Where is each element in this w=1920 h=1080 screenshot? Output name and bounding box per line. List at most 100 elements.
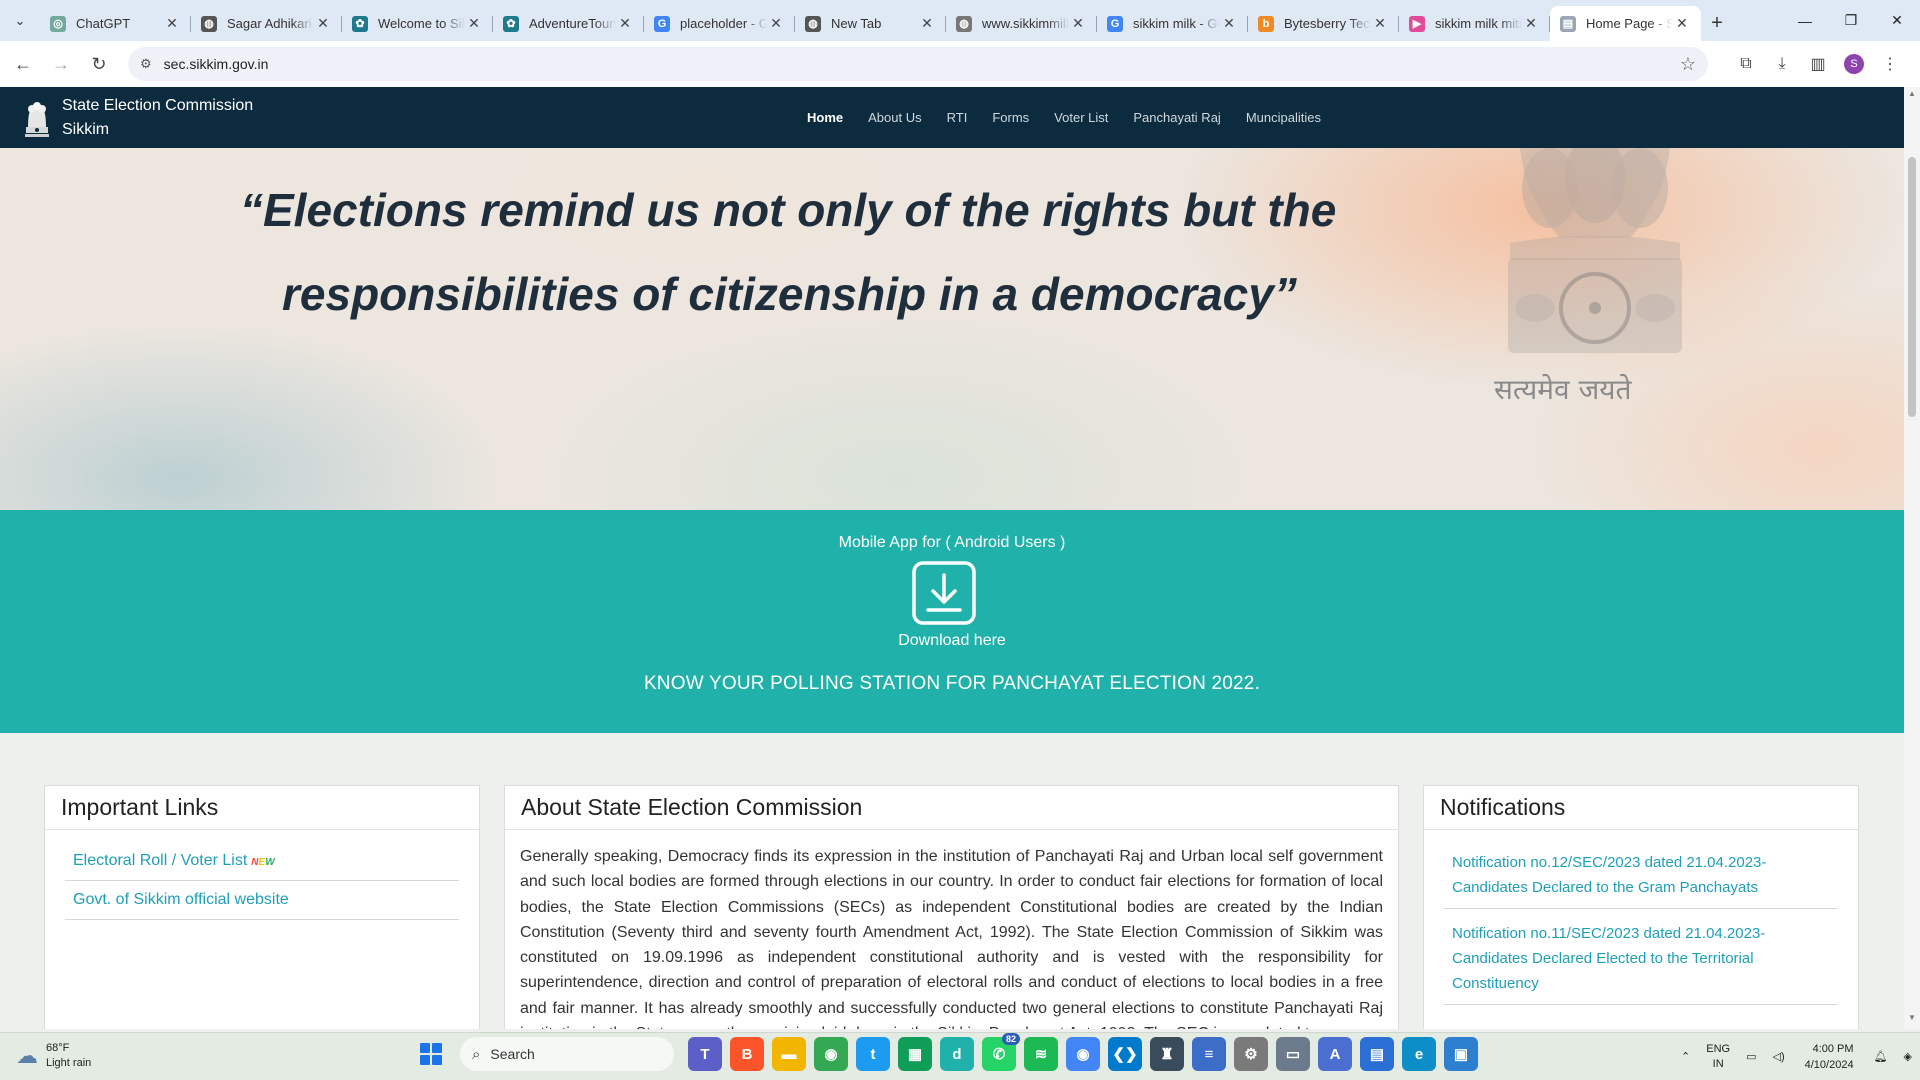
- polling-station-link[interactable]: KNOW YOUR POLLING STATION FOR PANCHAYAT …: [0, 673, 1904, 695]
- vscode-icon[interactable]: ❮❯: [1108, 1037, 1142, 1071]
- address-bar[interactable]: ⚙ sec.sikkim.gov.in ☆: [128, 47, 1708, 81]
- notification-link[interactable]: Notification no.12/SEC/2023 dated 21.04.…: [1444, 844, 1838, 909]
- copilot-icon[interactable]: ◈: [1904, 1050, 1912, 1065]
- twitter-icon[interactable]: t: [856, 1037, 890, 1071]
- taskbar-clock[interactable]: 4:00 PM 4/10/2024: [1805, 1041, 1854, 1073]
- notification-bell-icon[interactable]: 🔔︎: [1874, 1050, 1888, 1065]
- app-d-icon[interactable]: d: [940, 1037, 974, 1071]
- download-link[interactable]: Download here: [0, 632, 1904, 650]
- browser-tab[interactable]: ◍ New Tab ✕: [795, 6, 946, 41]
- important-links-heading: Important Links: [45, 786, 479, 830]
- photos-icon[interactable]: ▣: [1444, 1037, 1478, 1071]
- tab-favicon-icon: G: [1107, 15, 1123, 32]
- browser-tab[interactable]: Gsikkim milk - Google✕: [1097, 6, 1248, 41]
- tab-close-icon[interactable]: ✕: [163, 15, 181, 32]
- browser-tab[interactable]: ✿ AdventureTours ✕: [493, 6, 644, 41]
- tab-close-icon[interactable]: ✕: [1673, 15, 1691, 32]
- tab-favicon-icon: G: [654, 15, 670, 32]
- nav-link[interactable]: RTI: [947, 110, 968, 125]
- browser-tab[interactable]: Gplaceholder - Google✕: [644, 6, 795, 41]
- tab-close-icon[interactable]: ✕: [767, 15, 785, 32]
- tab-favicon-icon: ◍: [805, 15, 821, 32]
- site-info-icon[interactable]: ⚙: [140, 56, 152, 72]
- notification-link[interactable]: Notification no.11/SEC/2023 dated 21.04.…: [1444, 915, 1838, 1005]
- language-indicator[interactable]: ENG IN: [1706, 1042, 1730, 1072]
- forward-icon[interactable]: →: [44, 47, 78, 81]
- edge-icon[interactable]: e: [1402, 1037, 1436, 1071]
- important-link[interactable]: Govt. of Sikkim official website: [65, 881, 459, 920]
- new-badge: NEW: [251, 857, 275, 868]
- volume-icon[interactable]: ◁): [1773, 1050, 1785, 1065]
- window-controls: — ❐ ✕: [1782, 0, 1920, 41]
- side-panel-icon[interactable]: ▥: [1800, 47, 1836, 81]
- tab-close-icon[interactable]: ✕: [1371, 15, 1389, 32]
- tab-close-icon[interactable]: ✕: [616, 15, 634, 32]
- browser-tab[interactable]: ◎ ChatGPT ✕: [40, 6, 191, 41]
- downloads-icon[interactable]: ⤓: [1764, 47, 1800, 81]
- important-link-label: Govt. of Sikkim official website: [73, 891, 289, 908]
- profile-avatar[interactable]: S: [1836, 47, 1872, 81]
- site-brand[interactable]: State Election Commission Sikkim: [0, 94, 560, 142]
- browser-tab[interactable]: ✿ Welcome to Sikkim✕: [342, 6, 493, 41]
- scroll-down-icon[interactable]: ▼: [1904, 1013, 1920, 1027]
- tab-close-icon[interactable]: ✕: [465, 15, 483, 32]
- reload-icon[interactable]: ↻: [82, 47, 116, 81]
- url-text[interactable]: sec.sikkim.gov.in: [164, 56, 1680, 72]
- scroll-thumb[interactable]: [1908, 157, 1916, 417]
- font-app-icon[interactable]: A: [1318, 1037, 1352, 1071]
- browser-tab[interactable]: ◍ www.sikkimmilk ✕: [946, 6, 1097, 41]
- clock-time: 4:00 PM: [1812, 1043, 1854, 1055]
- tab-close-icon[interactable]: ✕: [1069, 15, 1087, 32]
- browser-tab[interactable]: ▤ Home Page - SEC✕: [1550, 6, 1701, 41]
- windows-start-icon[interactable]: [416, 1039, 446, 1069]
- notepad-icon[interactable]: ≡: [1192, 1037, 1226, 1071]
- nav-link[interactable]: Home: [807, 110, 843, 125]
- teams-icon[interactable]: T: [688, 1037, 722, 1071]
- nav-link[interactable]: Muncipalities: [1246, 110, 1321, 125]
- browser-tab[interactable]: b Bytesberry Tech ✕: [1248, 6, 1399, 41]
- show-hidden-icons-icon[interactable]: ⌃: [1681, 1050, 1690, 1065]
- tab-close-icon[interactable]: ✕: [1220, 15, 1238, 32]
- doc-app-icon[interactable]: ▤: [1360, 1037, 1394, 1071]
- page-scrollbar[interactable]: ▲ ▼: [1904, 87, 1920, 1029]
- restore-icon[interactable]: ❐: [1828, 0, 1874, 41]
- settings-icon[interactable]: ⚙: [1234, 1037, 1268, 1071]
- tab-favicon-icon: ▶: [1409, 15, 1425, 32]
- spotify-icon[interactable]: ≋: [1024, 1037, 1058, 1071]
- window-app-icon[interactable]: ▭: [1276, 1037, 1310, 1071]
- weather-widget[interactable]: ☁ 68°F Light rain: [16, 1041, 91, 1071]
- minimize-icon[interactable]: —: [1782, 0, 1828, 41]
- tab-close-icon[interactable]: ✕: [1522, 15, 1540, 32]
- back-icon[interactable]: ←: [6, 47, 40, 81]
- brave-icon[interactable]: B: [730, 1037, 764, 1071]
- app-horn-icon[interactable]: ♜: [1150, 1037, 1184, 1071]
- chrome-icon[interactable]: ◉: [814, 1037, 848, 1071]
- file-explorer-icon[interactable]: ▬: [772, 1037, 806, 1071]
- nav-link[interactable]: Voter List: [1054, 110, 1108, 125]
- important-link[interactable]: Electoral Roll / Voter List NEW: [65, 842, 459, 881]
- nav-link[interactable]: About Us: [868, 110, 921, 125]
- menu-kebab-icon[interactable]: ⋮: [1872, 47, 1908, 81]
- extensions-icon[interactable]: ⧉: [1728, 47, 1764, 81]
- taskbar-search[interactable]: ⌕ Search: [460, 1037, 674, 1071]
- nav-link[interactable]: Forms: [992, 110, 1029, 125]
- download-icon[interactable]: [912, 561, 976, 625]
- chrome-profile-icon[interactable]: ◉: [1066, 1037, 1100, 1071]
- toolbar-actions: ⧉ ⤓ ▥ S ⋮: [1728, 47, 1908, 81]
- quote-line-2: responsibilities of citizenship in a dem…: [282, 268, 1297, 320]
- nav-link[interactable]: Panchayati Raj: [1133, 110, 1220, 125]
- scroll-up-icon[interactable]: ▲: [1904, 89, 1920, 103]
- whatsapp-icon[interactable]: ✆ 82: [982, 1033, 1020, 1071]
- close-window-icon[interactable]: ✕: [1874, 0, 1920, 41]
- tab-close-icon[interactable]: ✕: [918, 15, 936, 32]
- tab-close-icon[interactable]: ✕: [314, 15, 332, 32]
- sheets-icon[interactable]: ▦: [898, 1037, 932, 1071]
- browser-tab[interactable]: ◍ Sagar Adhikari ✕: [191, 6, 342, 41]
- new-tab-button[interactable]: +: [1701, 6, 1733, 41]
- tab-search-icon[interactable]: ⌄: [0, 0, 40, 41]
- important-link-label: Electoral Roll / Voter List: [73, 852, 248, 869]
- browser-tab[interactable]: ▶ sikkim milk mitra ✕: [1399, 6, 1550, 41]
- hero-quote: “Elections remind us not only of the rig…: [240, 168, 1340, 336]
- network-icon[interactable]: ▭: [1746, 1050, 1756, 1065]
- bookmark-star-icon[interactable]: ☆: [1680, 54, 1696, 75]
